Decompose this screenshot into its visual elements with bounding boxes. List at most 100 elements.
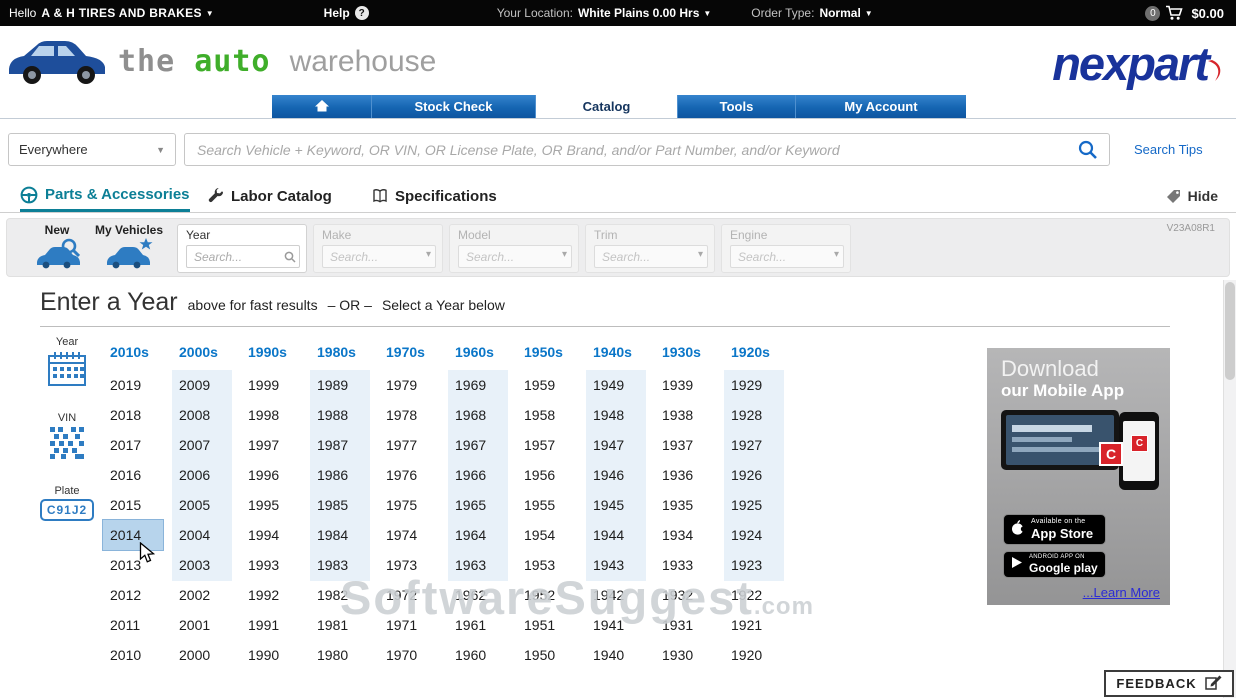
year-cell-1983[interactable]: 1983 bbox=[310, 550, 370, 580]
account-menu[interactable]: A & H TIRES AND BRAKES bbox=[41, 6, 201, 20]
year-cell-1987[interactable]: 1987 bbox=[310, 430, 370, 460]
decade-link-1950s[interactable]: 1950s bbox=[517, 340, 586, 370]
year-cell-1920[interactable]: 1920 bbox=[724, 640, 784, 670]
new-vehicle-button[interactable]: New bbox=[29, 223, 85, 275]
year-cell-1949[interactable]: 1949 bbox=[586, 370, 646, 400]
year-cell-1938[interactable]: 1938 bbox=[655, 400, 715, 430]
decade-link-1960s[interactable]: 1960s bbox=[448, 340, 517, 370]
year-cell-1953[interactable]: 1953 bbox=[517, 550, 577, 580]
year-cell-1985[interactable]: 1985 bbox=[310, 490, 370, 520]
year-cell-2007[interactable]: 2007 bbox=[172, 430, 232, 460]
mobile-app-ad[interactable]: Download our Mobile App C C Available on… bbox=[987, 348, 1170, 605]
google-play-badge[interactable]: ANDROID APP ON Google play bbox=[1003, 551, 1106, 578]
year-cell-1984[interactable]: 1984 bbox=[310, 520, 370, 550]
decade-link-1940s[interactable]: 1940s bbox=[586, 340, 655, 370]
year-cell-1956[interactable]: 1956 bbox=[517, 460, 577, 490]
tab-parts-accessories[interactable]: Parts & Accessories bbox=[20, 180, 190, 212]
decade-link-1920s[interactable]: 1920s bbox=[724, 340, 793, 370]
year-cell-1991[interactable]: 1991 bbox=[241, 610, 301, 640]
year-cell-2017[interactable]: 2017 bbox=[103, 430, 163, 460]
year-cell-1981[interactable]: 1981 bbox=[310, 610, 370, 640]
year-cell-1957[interactable]: 1957 bbox=[517, 430, 577, 460]
year-cell-1936[interactable]: 1936 bbox=[655, 460, 715, 490]
year-cell-1934[interactable]: 1934 bbox=[655, 520, 715, 550]
hide-button[interactable]: Hide bbox=[1166, 180, 1218, 212]
year-cell-1946[interactable]: 1946 bbox=[586, 460, 646, 490]
year-cell-1997[interactable]: 1997 bbox=[241, 430, 301, 460]
year-cell-2006[interactable]: 2006 bbox=[172, 460, 232, 490]
year-cell-2000[interactable]: 2000 bbox=[172, 640, 232, 670]
year-cell-1992[interactable]: 1992 bbox=[241, 580, 301, 610]
year-cell-1927[interactable]: 1927 bbox=[724, 430, 784, 460]
year-cell-2002[interactable]: 2002 bbox=[172, 580, 232, 610]
year-cell-1945[interactable]: 1945 bbox=[586, 490, 646, 520]
year-cell-2008[interactable]: 2008 bbox=[172, 400, 232, 430]
search-input[interactable] bbox=[184, 133, 1110, 166]
year-cell-1954[interactable]: 1954 bbox=[517, 520, 577, 550]
year-search-input[interactable] bbox=[186, 245, 300, 268]
year-cell-2012[interactable]: 2012 bbox=[103, 580, 163, 610]
year-cell-1970[interactable]: 1970 bbox=[379, 640, 439, 670]
decade-link-1990s[interactable]: 1990s bbox=[241, 340, 310, 370]
year-cell-1939[interactable]: 1939 bbox=[655, 370, 715, 400]
year-cell-2009[interactable]: 2009 bbox=[172, 370, 232, 400]
year-cell-1995[interactable]: 1995 bbox=[241, 490, 301, 520]
year-cell-1951[interactable]: 1951 bbox=[517, 610, 577, 640]
year-cell-1989[interactable]: 1989 bbox=[310, 370, 370, 400]
year-cell-1958[interactable]: 1958 bbox=[517, 400, 577, 430]
year-cell-1968[interactable]: 1968 bbox=[448, 400, 508, 430]
year-cell-1971[interactable]: 1971 bbox=[379, 610, 439, 640]
year-cell-1964[interactable]: 1964 bbox=[448, 520, 508, 550]
decade-link-2010s[interactable]: 2010s bbox=[103, 340, 172, 370]
cart-icon[interactable] bbox=[1165, 5, 1183, 21]
tab-labor-catalog[interactable]: Labor Catalog bbox=[208, 180, 332, 212]
year-cell-1986[interactable]: 1986 bbox=[310, 460, 370, 490]
year-cell-1975[interactable]: 1975 bbox=[379, 490, 439, 520]
year-cell-2013[interactable]: 2013 bbox=[103, 550, 163, 580]
search-scope-dropdown[interactable]: Everywhere ▼ bbox=[8, 133, 176, 166]
year-cell-1963[interactable]: 1963 bbox=[448, 550, 508, 580]
year-cell-2016[interactable]: 2016 bbox=[103, 460, 163, 490]
year-cell-1948[interactable]: 1948 bbox=[586, 400, 646, 430]
year-cell-1996[interactable]: 1996 bbox=[241, 460, 301, 490]
year-cell-1976[interactable]: 1976 bbox=[379, 460, 439, 490]
nav-tab-home[interactable] bbox=[272, 95, 372, 118]
year-cell-1922[interactable]: 1922 bbox=[724, 580, 784, 610]
year-cell-2001[interactable]: 2001 bbox=[172, 610, 232, 640]
year-cell-1924[interactable]: 1924 bbox=[724, 520, 784, 550]
year-cell-1969[interactable]: 1969 bbox=[448, 370, 508, 400]
year-cell-1952[interactable]: 1952 bbox=[517, 580, 577, 610]
year-cell-1980[interactable]: 1980 bbox=[310, 640, 370, 670]
year-cell-1955[interactable]: 1955 bbox=[517, 490, 577, 520]
decade-link-2000s[interactable]: 2000s bbox=[172, 340, 241, 370]
year-cell-1942[interactable]: 1942 bbox=[586, 580, 646, 610]
app-store-badge[interactable]: Available on the App Store bbox=[1003, 514, 1106, 545]
year-cell-1928[interactable]: 1928 bbox=[724, 400, 784, 430]
year-cell-2014[interactable]: 2014 bbox=[103, 520, 163, 550]
year-cell-1929[interactable]: 1929 bbox=[724, 370, 784, 400]
nav-tab-stock-check[interactable]: Stock Check bbox=[372, 95, 536, 118]
tab-specifications[interactable]: Specifications bbox=[372, 180, 497, 212]
year-cell-2004[interactable]: 2004 bbox=[172, 520, 232, 550]
location-selector[interactable]: Your Location: White Plains 0.00 Hrs ▼ bbox=[497, 6, 712, 20]
year-cell-1944[interactable]: 1944 bbox=[586, 520, 646, 550]
year-lookup-tab[interactable]: Year bbox=[38, 336, 96, 392]
year-cell-1961[interactable]: 1961 bbox=[448, 610, 508, 640]
vin-lookup-tab[interactable]: VIN bbox=[38, 412, 96, 465]
year-cell-1990[interactable]: 1990 bbox=[241, 640, 301, 670]
year-cell-1943[interactable]: 1943 bbox=[586, 550, 646, 580]
year-cell-1959[interactable]: 1959 bbox=[517, 370, 577, 400]
year-cell-1950[interactable]: 1950 bbox=[517, 640, 577, 670]
year-cell-1960[interactable]: 1960 bbox=[448, 640, 508, 670]
search-icon[interactable] bbox=[1078, 140, 1098, 165]
year-cell-2018[interactable]: 2018 bbox=[103, 400, 163, 430]
year-cell-1947[interactable]: 1947 bbox=[586, 430, 646, 460]
feedback-button[interactable]: FEEDBACK bbox=[1104, 670, 1234, 697]
nav-tab-tools[interactable]: Tools bbox=[678, 95, 796, 118]
year-cell-1941[interactable]: 1941 bbox=[586, 610, 646, 640]
year-cell-1923[interactable]: 1923 bbox=[724, 550, 784, 580]
year-cell-1926[interactable]: 1926 bbox=[724, 460, 784, 490]
year-cell-2010[interactable]: 2010 bbox=[103, 640, 163, 670]
year-cell-1972[interactable]: 1972 bbox=[379, 580, 439, 610]
year-cell-2011[interactable]: 2011 bbox=[103, 610, 163, 640]
